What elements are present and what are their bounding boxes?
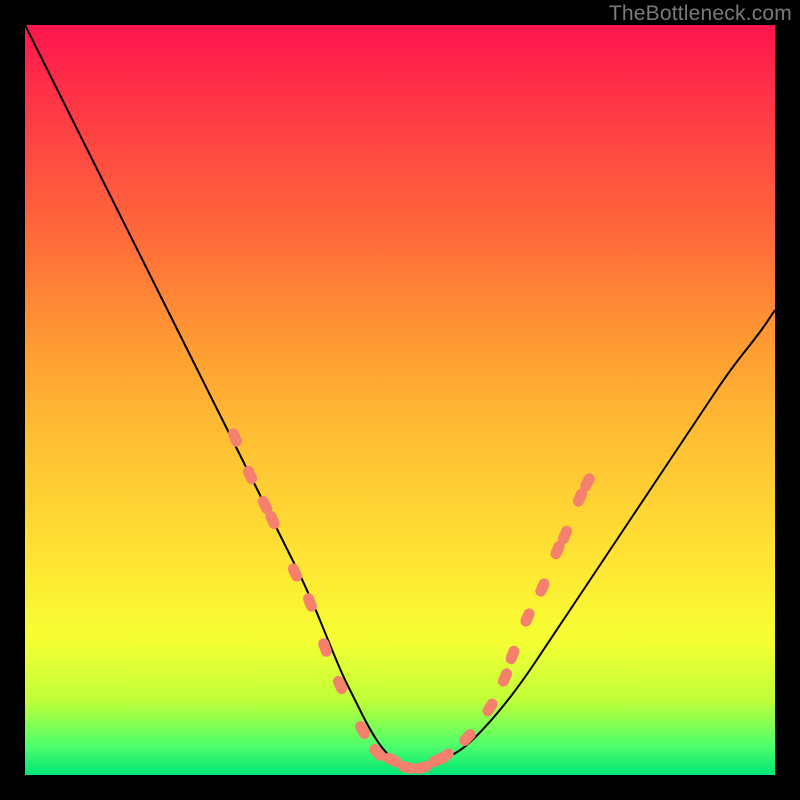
marker-dot xyxy=(457,727,478,748)
marker-group xyxy=(226,427,596,775)
chart-svg xyxy=(25,25,775,775)
watermark-label: TheBottleneck.com xyxy=(609,2,792,26)
marker-dot xyxy=(549,539,567,561)
marker-dot xyxy=(427,751,449,769)
marker-dot xyxy=(286,562,304,584)
marker-dot xyxy=(331,674,349,696)
marker-dot xyxy=(353,719,372,741)
marker-dot xyxy=(534,577,552,599)
marker-dot xyxy=(578,472,596,494)
marker-dot xyxy=(256,494,274,516)
curve-line xyxy=(25,25,775,767)
marker-dot xyxy=(519,607,537,629)
marker-dot xyxy=(496,667,514,689)
marker-dot xyxy=(434,746,456,766)
marker-dot xyxy=(264,509,282,531)
marker-dot xyxy=(480,697,499,719)
marker-dot xyxy=(382,751,404,769)
marker-dot xyxy=(571,487,589,509)
plot-area xyxy=(25,25,775,775)
marker-dot xyxy=(226,427,243,449)
curve-path xyxy=(25,25,775,767)
marker-dot xyxy=(556,524,574,546)
chart-frame: TheBottleneck.com xyxy=(0,0,800,800)
marker-dot xyxy=(504,644,521,666)
marker-dot xyxy=(367,742,388,763)
marker-dot xyxy=(317,637,334,659)
marker-dot xyxy=(397,760,418,775)
marker-dot xyxy=(301,592,318,614)
marker-dot xyxy=(412,760,433,775)
marker-dot xyxy=(241,464,259,486)
